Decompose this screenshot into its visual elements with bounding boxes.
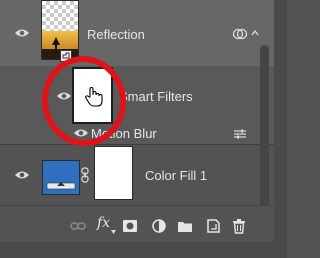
fill-layer-badge-icon (46, 182, 76, 190)
new-group-folder-icon[interactable] (177, 218, 193, 234)
eye-icon[interactable] (14, 28, 30, 38)
panel-bottom-border (0, 242, 287, 258)
layer-name-smart-filters[interactable]: Smart Filters (119, 89, 193, 104)
scrollbar-thumb[interactable] (260, 45, 269, 213)
chain-link-icon[interactable] (80, 167, 90, 183)
layers-panel: Reflection Smart Filters Motion Blur Col… (0, 0, 287, 258)
layer-row-color-fill[interactable]: Color Fill 1 (0, 145, 274, 205)
color-fill-thumbnail[interactable] (42, 160, 80, 195)
filter-blending-options-icon[interactable] (234, 129, 246, 139)
new-adjustment-layer-icon[interactable] (151, 218, 167, 234)
smart-object-link-icon (232, 28, 248, 40)
link-layers-icon[interactable] (70, 218, 86, 234)
collapse-chevron-icon[interactable] (251, 29, 259, 37)
layer-name-color-fill[interactable]: Color Fill 1 (145, 168, 207, 183)
delete-layer-trash-icon[interactable] (231, 218, 247, 234)
scroll-track (274, 0, 287, 258)
eye-icon[interactable] (14, 170, 30, 180)
add-mask-icon[interactable] (122, 218, 138, 234)
highlight-ellipse-annotation (41, 56, 127, 146)
dropdown-indicator-icon (111, 230, 116, 234)
layer-name-reflection[interactable]: Reflection (87, 27, 145, 42)
add-layer-style-button[interactable]: fx (97, 215, 110, 231)
layer-mask-thumbnail[interactable] (94, 146, 133, 200)
new-layer-icon[interactable] (205, 218, 221, 234)
layers-toolbar: fx (0, 205, 274, 242)
